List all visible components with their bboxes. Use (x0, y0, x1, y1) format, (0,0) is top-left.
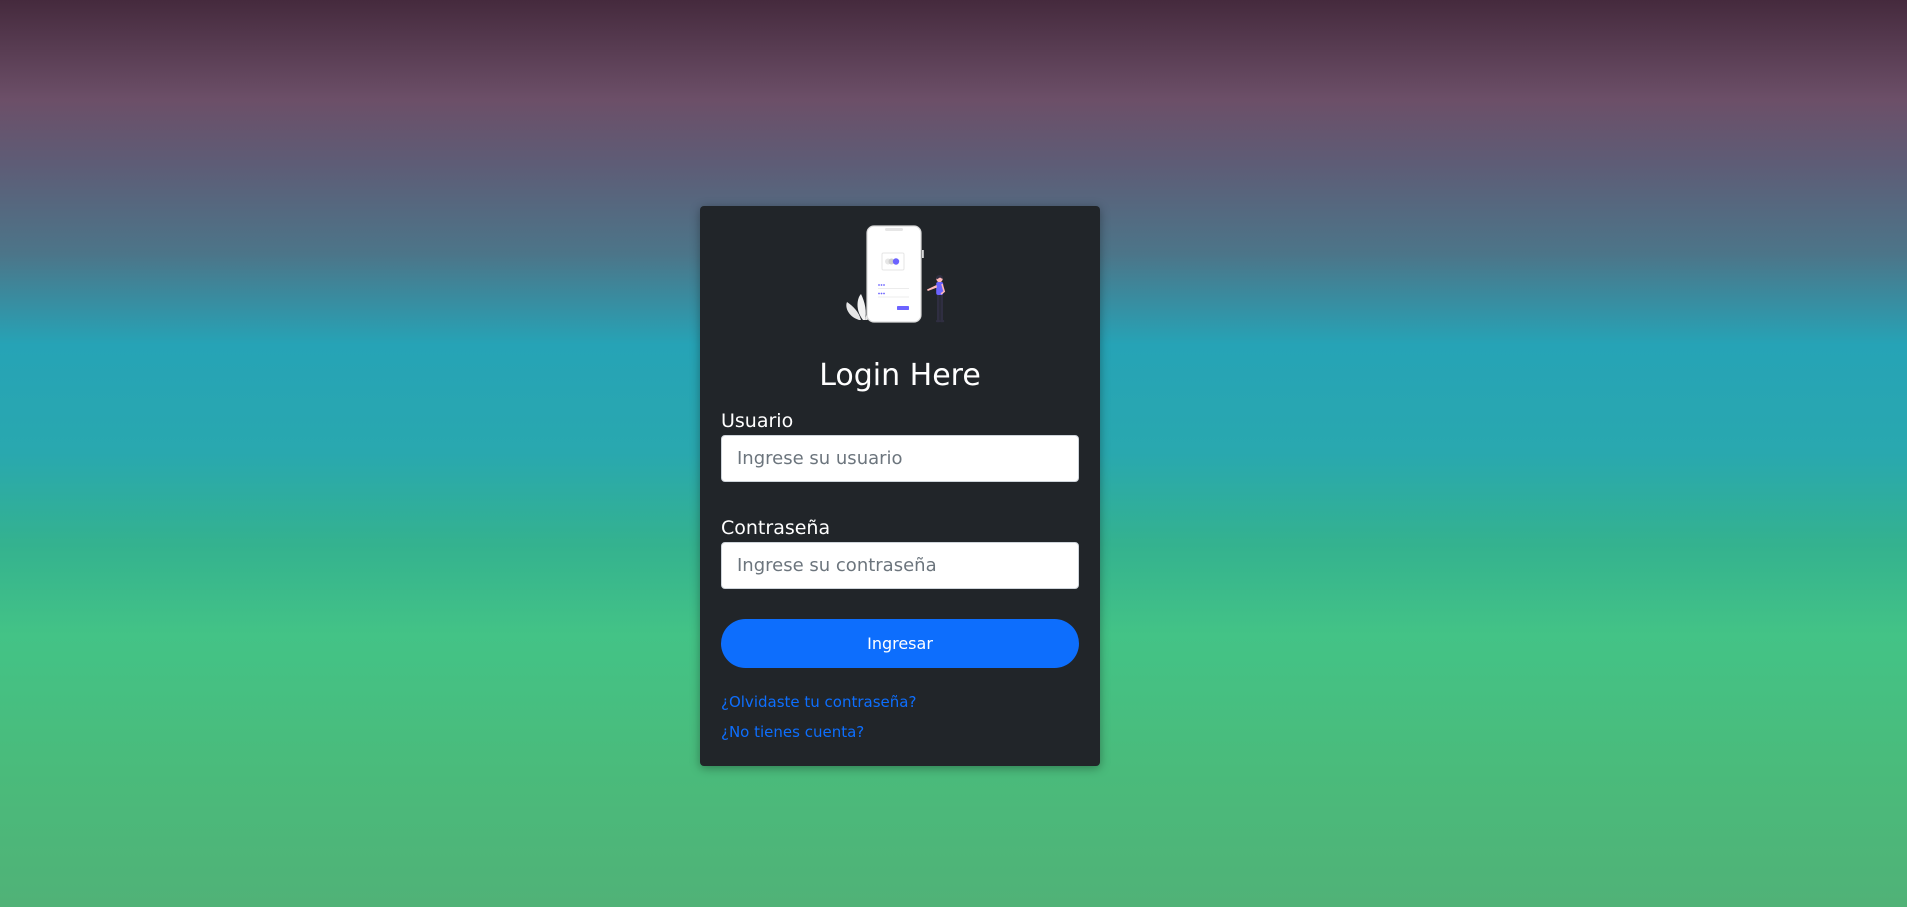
password-label: Contraseña (721, 517, 831, 539)
forgot-password-link[interactable]: ¿Olvidaste tu contraseña? (721, 695, 916, 710)
signup-link[interactable]: ¿No tienes cuenta? (721, 725, 864, 740)
mobile-login-illustration-icon (846, 225, 946, 323)
password-input[interactable] (721, 542, 1079, 589)
username-label: Usuario (721, 410, 794, 432)
login-card: Login Here Usuario Contraseña Ingresar ¿… (700, 206, 1100, 766)
page-title: Login Here (819, 358, 981, 393)
username-input[interactable] (721, 435, 1079, 482)
login-submit-button[interactable]: Ingresar (721, 619, 1079, 668)
